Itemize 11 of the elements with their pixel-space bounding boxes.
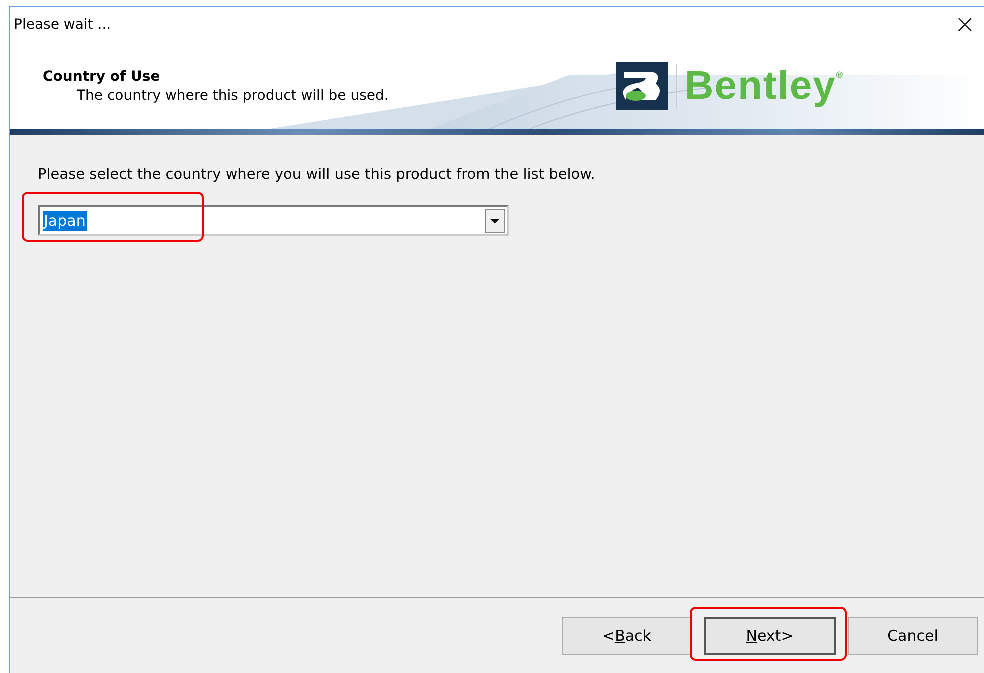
window-title: Please wait ... <box>14 17 112 33</box>
wizard-button[interactable]: Next> <box>704 616 836 654</box>
country-dropdown[interactable]: Japan <box>38 205 509 236</box>
header-subtitle: The country where this product will be used. <box>76 88 389 104</box>
logo-icon <box>616 62 668 110</box>
wizard-button[interactable]: Cancel <box>848 616 978 654</box>
logo-text: Bentley$^{®}$ <box>676 64 844 108</box>
header-title: Country of Use <box>43 68 162 84</box>
instruction-text: Please select the country where you will use this product from the list below. <box>38 167 596 183</box>
wizard-button[interactable]: <Back <box>562 616 692 654</box>
close-button[interactable]: × <box>950 12 980 38</box>
